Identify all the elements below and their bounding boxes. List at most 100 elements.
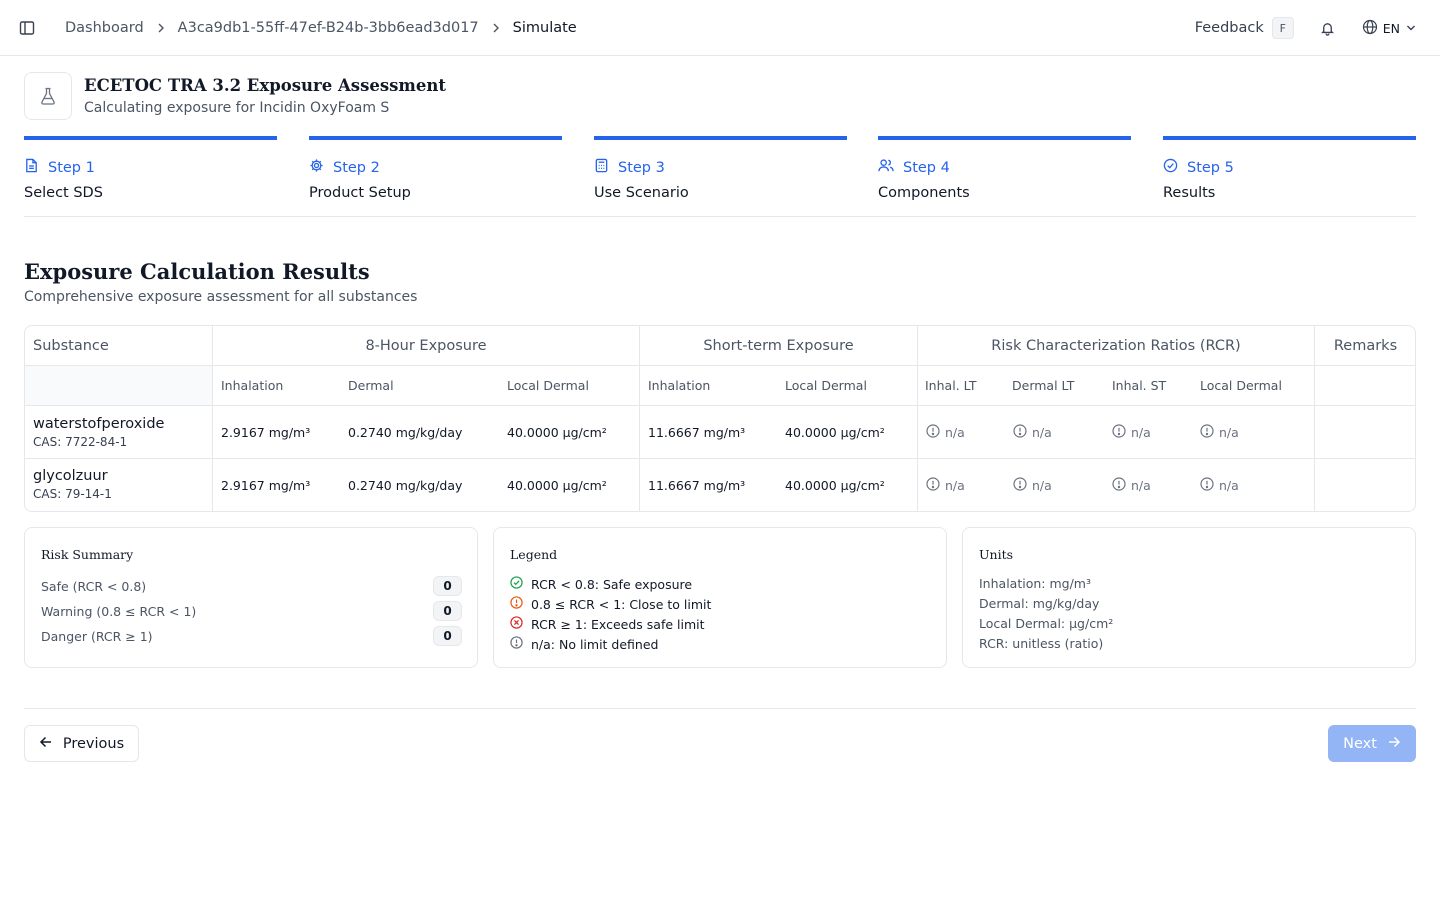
chevron-right-icon (156, 23, 166, 33)
rcr-value: n/a (1032, 424, 1052, 440)
risk-count-badge: 0 (433, 626, 462, 646)
substance-cas: CAS: 79-14-1 (33, 487, 112, 501)
arrow-left-icon (39, 735, 63, 753)
page-subtitle: Calculating exposure for Incidin OxyFoam… (84, 99, 390, 116)
cell-st-inhalation: 11.6667 mg/m³ (648, 424, 746, 440)
unit-item: Local Dermal: µg/cm² (979, 616, 1114, 631)
rcr-value: n/a (1032, 477, 1052, 493)
unit-item: Dermal: mg/kg/day (979, 596, 1100, 611)
info-circle-icon (1112, 423, 1131, 441)
globe-icon (1362, 19, 1378, 38)
cell-rcr-local-dermal: n/a (1200, 459, 1239, 511)
next-label: Next (1343, 735, 1377, 752)
language-code: EN (1382, 20, 1400, 36)
breadcrumb-dashboard[interactable]: Dashboard (65, 20, 144, 36)
step-1[interactable]: Step 1 Select SDS (24, 136, 277, 201)
rcr-value: n/a (1219, 477, 1239, 493)
step-number: Step 4 (903, 159, 950, 176)
divider (24, 708, 1416, 709)
feedback-label: Feedback (1194, 20, 1264, 36)
step-3[interactable]: Step 3 Use Scenario (594, 136, 847, 201)
arrow-right-icon (1377, 735, 1401, 753)
cell-rcr-dermal-lt: n/a (1013, 406, 1052, 458)
info-circle-icon (1013, 423, 1032, 441)
risk-count-badge: 0 (433, 601, 462, 621)
gear-icon (309, 158, 333, 177)
info-circle-icon (1112, 476, 1131, 494)
step-label: Components (878, 185, 970, 201)
step-label: Results (1163, 185, 1216, 201)
legend-title: Legend (510, 547, 558, 562)
cell-rcr-inhal-st: n/a (1112, 406, 1151, 458)
step-label: Select SDS (24, 185, 103, 201)
step-5[interactable]: Step 5 Results (1163, 136, 1416, 201)
cell-rcr-dermal-lt: n/a (1013, 459, 1052, 511)
legend-label: 0.8 ≤ RCR < 1: Close to limit (531, 596, 712, 612)
step-progress-bar (309, 136, 562, 140)
step-number: Step 2 (333, 159, 380, 176)
step-progress-bar (24, 136, 277, 140)
language-selector[interactable]: EN (1362, 19, 1416, 38)
results-subtitle: Comprehensive exposure assessment for al… (24, 289, 418, 305)
subheader-st-inhalation: Inhalation (648, 378, 711, 393)
bell-icon[interactable] (1320, 20, 1336, 36)
substance-name: waterstofperoxide (33, 416, 165, 432)
x-circle-icon (510, 616, 531, 632)
legend-item: 0.8 ≤ RCR < 1: Close to limit (510, 596, 711, 612)
step-progress-bar (1163, 136, 1416, 140)
unit-item: Inhalation: mg/m³ (979, 576, 1091, 591)
top-bar: Dashboard A3ca9db1-55ff-47ef-B24b-3bb6ea… (0, 0, 1440, 56)
subheader-local-dermal: Local Dermal (507, 378, 589, 393)
info-circle-icon (1200, 476, 1219, 494)
step-4[interactable]: Step 4 Components (878, 136, 1131, 201)
substance-name: glycolzuur (33, 468, 108, 484)
risk-summary-row: Safe (RCR < 0.8) 0 (41, 576, 462, 596)
info-circle-icon (1200, 423, 1219, 441)
risk-label: Warning (0.8 ≤ RCR < 1) (41, 603, 197, 619)
next-button[interactable]: Next (1328, 725, 1416, 762)
feedback-button[interactable]: Feedback F (1195, 17, 1294, 39)
cell-eh-inhalation: 2.9167 mg/m³ (221, 477, 311, 493)
sidebar-toggle-icon[interactable] (17, 18, 37, 38)
step-number: Step 3 (618, 159, 665, 176)
subheader-inhalation: Inhalation (221, 378, 284, 393)
step-2[interactable]: Step 2 Product Setup (309, 136, 562, 201)
flask-icon (24, 72, 72, 120)
assessment-header: ECETOC TRA 3.2 Exposure Assessment Calcu… (24, 72, 446, 120)
rcr-value: n/a (1131, 424, 1151, 440)
risk-summary-card: Risk Summary Safe (RCR < 0.8) 0 Warning … (24, 527, 478, 668)
step-number: Step 5 (1187, 159, 1234, 176)
units-title: Units (979, 547, 1014, 562)
subheader-dermal: Dermal (348, 378, 394, 393)
cell-eh-local-dermal: 40.0000 µg/cm² (507, 424, 607, 440)
cell-st-inhalation: 11.6667 mg/m³ (648, 477, 746, 493)
unit-item: RCR: unitless (ratio) (979, 636, 1104, 651)
check-circle-icon (510, 576, 531, 592)
cell-rcr-inhal-st: n/a (1112, 459, 1151, 511)
step-progress-bar (594, 136, 847, 140)
substance-cas: CAS: 7722-84-1 (33, 435, 128, 449)
header-rcr: Risk Characterization Ratios (RCR) (991, 337, 1241, 354)
step-progress: Step 1 Select SDS Step 2 Product Setup S… (24, 136, 1416, 217)
alert-circle-icon (510, 596, 531, 612)
feedback-shortcut: F (1271, 17, 1294, 39)
subheader-rcr-local-dermal: Local Dermal (1200, 378, 1282, 393)
info-circle-icon (510, 636, 531, 652)
step-number: Step 1 (48, 159, 95, 176)
cell-rcr-local-dermal: n/a (1200, 406, 1239, 458)
risk-count-badge: 0 (433, 576, 462, 596)
cell-rcr-inhal-lt: n/a (926, 459, 965, 511)
step-progress-bar (878, 136, 1131, 140)
legend-item: RCR ≥ 1: Exceeds safe limit (510, 616, 705, 632)
subheader-inhal-lt: Inhal. LT (925, 378, 977, 393)
chevron-down-icon (1406, 21, 1416, 36)
legend-card: Legend RCR < 0.8: Safe exposure 0.8 ≤ RC… (493, 527, 947, 668)
results-table: Substance 8-Hour Exposure Short-term Exp… (24, 325, 1416, 512)
previous-button[interactable]: Previous (24, 725, 139, 762)
info-circle-icon (926, 423, 945, 441)
header-short-term-exposure: Short-term Exposure (703, 337, 854, 354)
users-icon (878, 158, 903, 177)
legend-label: n/a: No limit defined (531, 636, 659, 652)
calculator-icon (594, 158, 618, 177)
breadcrumb-project-id[interactable]: A3ca9db1-55ff-47ef-B24b-3bb6ead3d017 (178, 20, 479, 36)
